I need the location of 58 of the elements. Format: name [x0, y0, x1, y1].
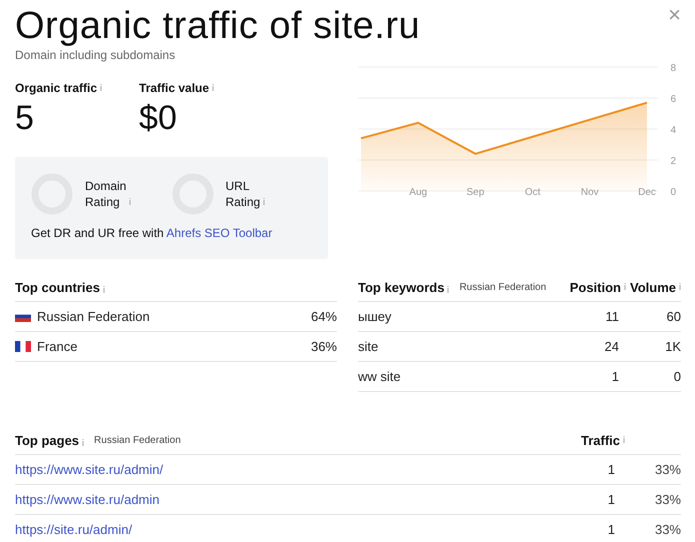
metric-label: Organic traffic	[15, 81, 98, 95]
share-cell-text: 33%	[654, 462, 681, 477]
axis-tick-label: Nov	[580, 187, 599, 198]
keyword-cell-text: ww site	[358, 369, 402, 384]
axis-tick-label: Sep	[466, 187, 484, 198]
volume-cell: 0	[674, 369, 681, 384]
volume-cell: 1K	[665, 339, 681, 354]
subtitle: Domain including subdomains	[15, 48, 176, 62]
position-cell: 11	[606, 309, 619, 324]
page-link[interactable]: https://www.site.ru/admin	[15, 492, 535, 507]
promo-text: Get DR and UR free with Ahrefs SEO Toolbar	[31, 226, 274, 240]
info-icon	[102, 286, 105, 292]
info-icon	[447, 286, 450, 292]
metric-value: $0	[139, 100, 178, 136]
country-name: France	[37, 339, 78, 354]
toolbar-link[interactable]: Ahrefs SEO Toolbar	[166, 226, 272, 240]
page-link[interactable]: https://site.ru/admin/	[15, 522, 535, 537]
traffic-cell: 1	[608, 462, 615, 477]
axis-tick-label: 6	[670, 94, 676, 105]
column-header: Traffic	[580, 433, 620, 448]
position-cell: 1	[612, 369, 619, 384]
section-title: Top countries	[15, 280, 100, 295]
info-icon	[212, 84, 214, 91]
volume-cell: 60	[666, 309, 681, 324]
location-label: Russian Federation	[459, 282, 548, 293]
traffic-cell: 1	[608, 492, 615, 507]
country-name: Russian Federation	[37, 309, 151, 324]
column-header: Position	[570, 280, 621, 295]
share-cell-text: 33%	[654, 522, 681, 537]
axis-tick-label: 8	[670, 63, 676, 74]
traffic-cell: 1	[608, 522, 615, 537]
location-label: Russian Federation	[94, 435, 182, 446]
axis-tick-label: Oct	[524, 187, 540, 198]
axis-tick-label: Aug	[409, 187, 428, 198]
metric-label: Traffic value	[139, 81, 210, 95]
position-cell: 24	[604, 339, 619, 354]
country-share: 36%	[310, 339, 337, 354]
info-icon	[100, 84, 102, 91]
info-icon	[263, 198, 266, 205]
metric-value: 5	[15, 100, 35, 136]
page-link[interactable]: https://www.site.ru/admin/	[15, 462, 535, 477]
axis-tick-label: 2	[670, 156, 676, 167]
keyword-cell-text: site	[358, 339, 380, 354]
country-share: 64%	[310, 309, 337, 324]
info-icon	[129, 198, 132, 205]
keyword-cell-text: ышеу	[358, 309, 392, 324]
column-header: Volume	[630, 280, 676, 295]
page-title: Organic traffic of site.ru	[15, 4, 420, 48]
section-title: Top keywords	[358, 280, 444, 295]
rating-label: URL Rating	[226, 178, 260, 210]
share-cell-text: 33%	[654, 492, 681, 507]
section-title: Top pages	[15, 433, 80, 448]
rating-label: Domain Rating	[85, 178, 126, 210]
axis-tick-label: Dec	[638, 187, 656, 198]
axis-tick-label: 4	[670, 125, 676, 136]
flag-icon	[15, 341, 31, 352]
info-icon	[82, 438, 84, 446]
axis-tick-label: 0	[670, 187, 676, 198]
